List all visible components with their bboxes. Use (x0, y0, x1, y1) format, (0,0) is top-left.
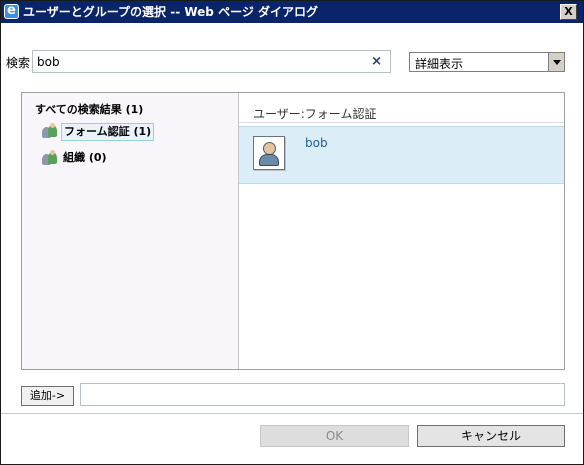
clear-search-icon[interactable]: × (371, 54, 382, 69)
window-title: ユーザーとグループの選択 -- Web ページ ダイアログ (23, 5, 319, 19)
users-group-icon (41, 150, 59, 166)
view-mode-select[interactable]: 詳細表示 (409, 52, 565, 72)
user-name[interactable]: bob (305, 136, 328, 150)
results-list: ユーザー:フォーム認証 bob (239, 93, 564, 369)
ok-button[interactable]: OK (260, 425, 409, 447)
results-panel: すべての検索結果 (1) フォーム認証 (1) 組織 (0) ユーザー:フォーム… (21, 92, 565, 370)
user-avatar-icon (253, 136, 285, 170)
title-bar: ユーザーとグループの選択 -- Web ページ ダイアログ X (1, 0, 583, 23)
users-group-icon (41, 123, 59, 139)
dialog-window: ユーザーとグループの選択 -- Web ページ ダイアログ X 検索 × 詳細表… (0, 0, 584, 465)
search-input[interactable] (33, 51, 371, 72)
section-header: ユーザー:フォーム認証 (253, 107, 377, 121)
tree-item-label: フォーム認証 (1) (61, 123, 155, 141)
search-label: 検索 (6, 56, 31, 70)
footer-divider (1, 413, 583, 414)
provider-tree: すべての検索結果 (1) フォーム認証 (1) 組織 (0) (22, 93, 239, 369)
close-button[interactable]: X (560, 4, 577, 20)
ie-icon (4, 0, 19, 22)
view-mode-value: 詳細表示 (415, 57, 464, 71)
chevron-down-icon[interactable] (548, 53, 564, 71)
cancel-button[interactable]: キャンセル (417, 425, 565, 447)
selected-users-field[interactable] (80, 383, 565, 406)
search-box: × (32, 50, 391, 73)
all-results-node[interactable]: すべての検索結果 (1) (35, 101, 143, 117)
tree-item-organization[interactable]: 組織 (0) (41, 150, 109, 168)
add-button[interactable]: 追加-> (21, 386, 74, 406)
tree-item-forms-auth[interactable]: フォーム認証 (1) (41, 123, 155, 141)
result-row[interactable]: bob (239, 126, 564, 184)
tree-item-label: 組織 (0) (63, 151, 107, 164)
header-divider (239, 122, 564, 123)
